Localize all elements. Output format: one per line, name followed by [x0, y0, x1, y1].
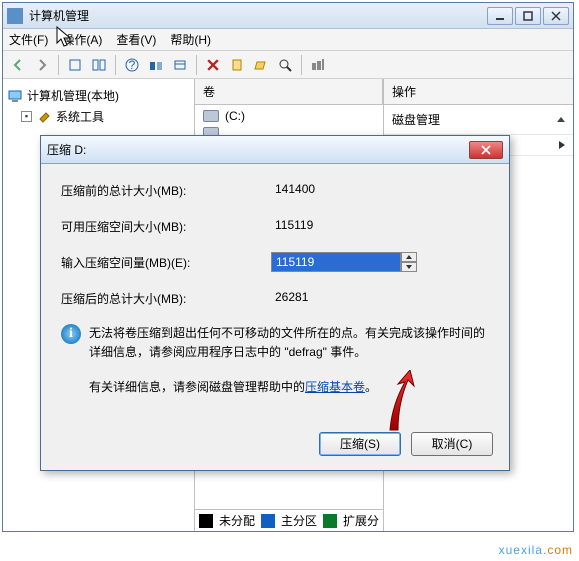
label-available: 可用压缩空间大小(MB):: [61, 218, 271, 235]
minimize-button[interactable]: [487, 7, 513, 25]
tb-delete-button[interactable]: [202, 54, 224, 76]
computer-icon: [7, 88, 23, 104]
info-row-1: i 无法将卷压缩到超出任何不可移动的文件所在的点。有关完成该操作时间的详细信息，…: [61, 324, 489, 362]
tb-btn-4[interactable]: [145, 54, 167, 76]
spinner-down-button[interactable]: [401, 262, 417, 272]
row-shrink-amount: 输入压缩空间量(MB)(E): 115119: [61, 252, 489, 272]
vol-c-label: (C:): [225, 109, 245, 123]
info-icon: i: [61, 324, 81, 344]
tb-btn-10[interactable]: [307, 54, 329, 76]
titlebar: 计算机管理: [3, 3, 573, 29]
legend-ext-swatch: [323, 514, 337, 528]
spinner-up-button[interactable]: [401, 252, 417, 262]
app-icon: [7, 8, 23, 24]
wrench-icon: [36, 109, 52, 125]
label-total-before: 压缩前的总计大小(MB):: [61, 182, 271, 199]
tb-search-button[interactable]: [274, 54, 296, 76]
info-text-2: 有关详细信息，请参阅磁盘管理帮助中的压缩基本卷。: [89, 378, 489, 397]
menu-action[interactable]: 操作(A): [62, 31, 102, 48]
value-total-before: 141400: [271, 180, 401, 200]
tree-root[interactable]: 计算机管理(本地): [7, 85, 190, 106]
legend-unalloc-swatch: [199, 514, 213, 528]
volume-list-header: 卷: [195, 79, 383, 105]
info2-suffix: 。: [365, 380, 377, 394]
menubar: 文件(F) 操作(A) 查看(V) 帮助(H): [3, 29, 573, 51]
dialog-titlebar: 压缩 D:: [41, 136, 509, 164]
legend-ext-label: 扩展分: [343, 512, 379, 529]
row-total-before: 压缩前的总计大小(MB): 141400: [61, 180, 489, 200]
cancel-button[interactable]: 取消(C): [411, 432, 493, 456]
dialog-close-button[interactable]: [469, 141, 503, 159]
collapse-icon[interactable]: ▪: [21, 111, 32, 122]
menu-view[interactable]: 查看(V): [116, 31, 156, 48]
dialog-title: 压缩 D:: [47, 141, 469, 158]
toolbar: ?: [3, 51, 573, 79]
label-shrink-amount: 输入压缩空间量(MB)(E):: [61, 254, 271, 271]
chevron-up-icon: [557, 117, 565, 122]
actions-diskmgmt-label: 磁盘管理: [392, 111, 440, 128]
volume-row-c[interactable]: (C:): [195, 107, 383, 125]
wm-a: xuexila: [499, 543, 543, 557]
value-available: 115119: [271, 216, 401, 236]
nav-back-button[interactable]: [7, 54, 29, 76]
tree-systools[interactable]: ▪ 系统工具: [7, 106, 190, 127]
watermark: xuexila.com: [499, 538, 573, 559]
window-title: 计算机管理: [29, 7, 487, 24]
tb-props-button[interactable]: [226, 54, 248, 76]
menu-file[interactable]: 文件(F): [9, 31, 48, 48]
tb-btn-8[interactable]: [250, 54, 272, 76]
info2-prefix: 有关详细信息，请参阅磁盘管理帮助中的: [89, 380, 305, 394]
help-link[interactable]: 压缩基本卷: [305, 380, 365, 394]
menu-help[interactable]: 帮助(H): [170, 31, 211, 48]
tree-root-label: 计算机管理(本地): [27, 87, 119, 104]
dialog-body: 压缩前的总计大小(MB): 141400 可用压缩空间大小(MB): 11511…: [41, 164, 509, 424]
shrink-dialog: 压缩 D: 压缩前的总计大小(MB): 141400 可用压缩空间大小(MB):…: [40, 135, 510, 471]
tb-help-button[interactable]: ?: [121, 54, 143, 76]
actions-header: 操作: [384, 79, 573, 105]
value-total-after: 26281: [271, 288, 401, 308]
window-buttons: [487, 7, 569, 25]
info-text-1: 无法将卷压缩到超出任何不可移动的文件所在的点。有关完成该操作时间的详细信息，请参…: [89, 324, 489, 362]
drive-icon: [203, 110, 219, 122]
close-button[interactable]: [543, 7, 569, 25]
dialog-buttons: 压缩(S) 取消(C): [41, 424, 509, 470]
chevron-right-icon: [559, 141, 565, 149]
info-row-2: 有关详细信息，请参阅磁盘管理帮助中的压缩基本卷。: [89, 378, 489, 397]
label-total-after: 压缩后的总计大小(MB):: [61, 290, 271, 307]
vol-header-label[interactable]: 卷: [195, 79, 383, 104]
shrink-spinner: [401, 252, 417, 272]
input-shrink-amount[interactable]: 115119: [271, 252, 401, 272]
tree-systools-label: 系统工具: [56, 108, 104, 125]
legend-primary-label: 主分区: [281, 512, 317, 529]
nav-fwd-button[interactable]: [31, 54, 53, 76]
actions-diskmgmt[interactable]: 磁盘管理: [384, 105, 573, 135]
row-total-after: 压缩后的总计大小(MB): 26281: [61, 288, 489, 308]
shrink-button[interactable]: 压缩(S): [319, 432, 401, 456]
legend-primary-swatch: [261, 514, 275, 528]
tb-btn-2[interactable]: [88, 54, 110, 76]
row-available: 可用压缩空间大小(MB): 115119: [61, 216, 489, 236]
maximize-button[interactable]: [515, 7, 541, 25]
wm-b: .com: [543, 543, 573, 557]
svg-text:?: ?: [129, 58, 136, 72]
tb-btn-5[interactable]: [169, 54, 191, 76]
legend-unalloc-label: 未分配: [219, 512, 255, 529]
legend-bar: 未分配 主分区 扩展分: [195, 509, 383, 531]
tb-btn-1[interactable]: [64, 54, 86, 76]
